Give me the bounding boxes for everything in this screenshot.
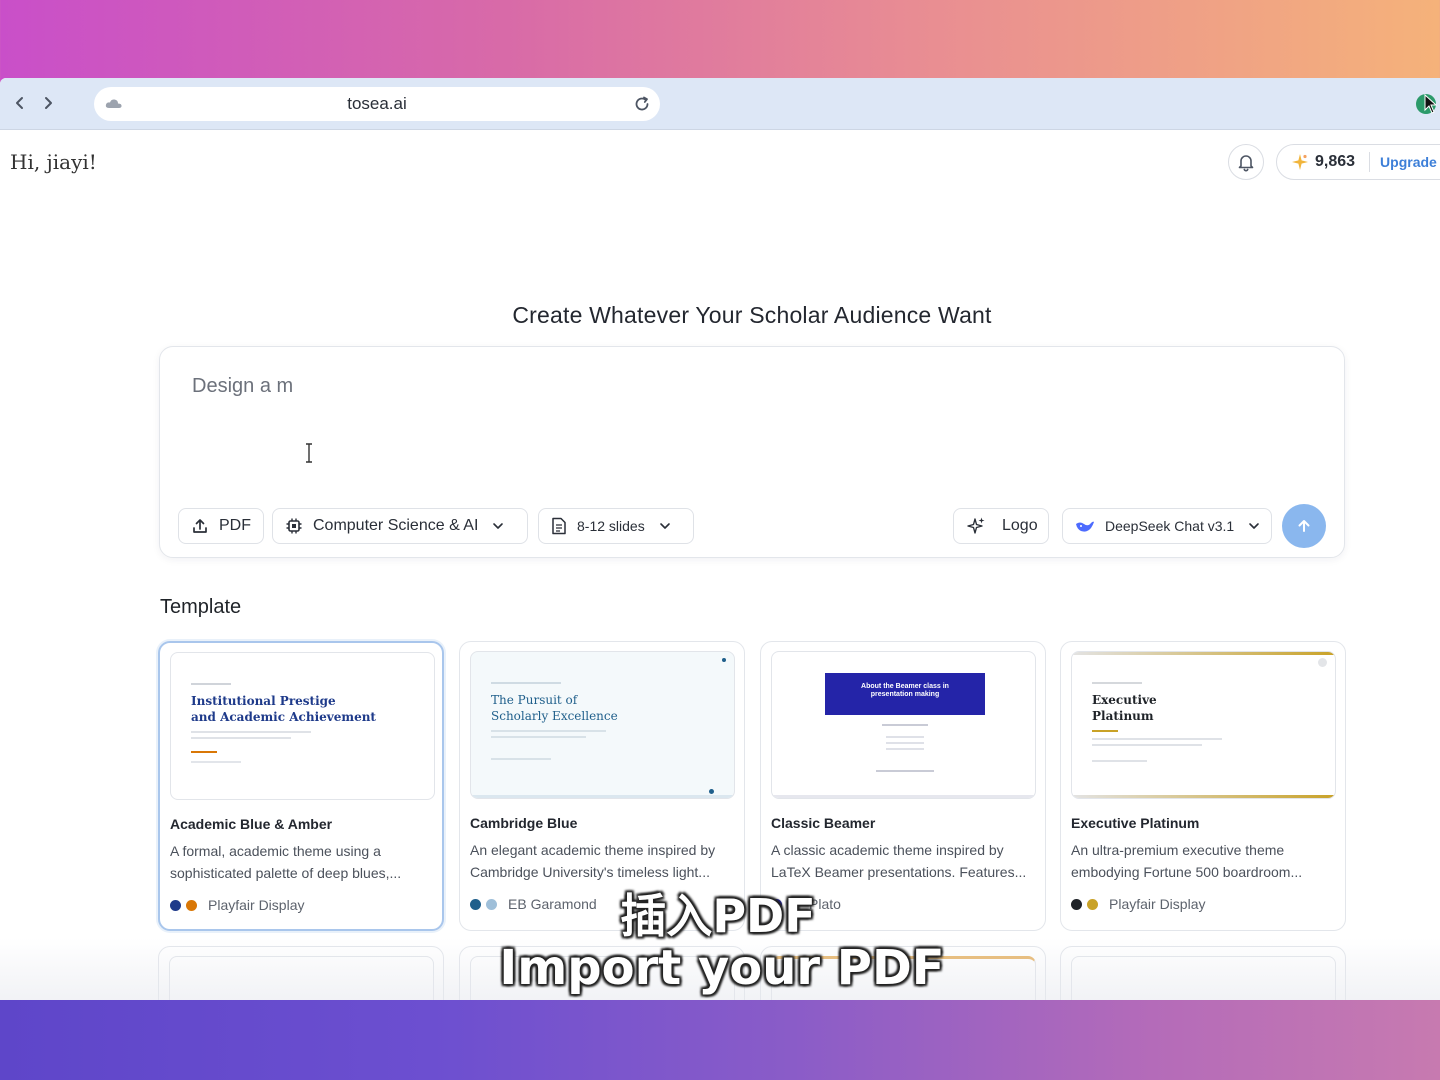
arrow-up-icon	[1298, 520, 1310, 532]
thumb-dot	[709, 789, 714, 794]
template-thumbnail: The Pursuit of Scholarly Excellence	[470, 651, 735, 799]
slides-label: 8-12 slides	[577, 518, 645, 534]
video-subtitle-chinese: 插入PDF	[620, 889, 816, 943]
forward-button[interactable]	[36, 91, 60, 115]
category-select[interactable]: Computer Science & AI	[272, 508, 528, 544]
thumb-heading-line-2: and Academic Achievement	[191, 710, 376, 724]
thumb-line	[491, 730, 606, 732]
thumb-heading-line-2: Platinum	[1092, 709, 1154, 723]
thumb-footer-bar	[772, 795, 1035, 798]
prompt-card: Design a m PDF Computer Science & AI 8-1…	[159, 346, 1345, 558]
thumb-line	[191, 761, 241, 763]
model-select[interactable]: DeepSeek Chat v3.1	[1062, 508, 1272, 544]
sparkle-credits-icon	[1292, 154, 1308, 170]
thumb-heading-line-1: The Pursuit of	[491, 693, 578, 707]
upload-pdf-button[interactable]: PDF	[178, 508, 264, 544]
thumb-heading: Institutional Prestige and Academic Achi…	[191, 693, 376, 725]
text-cursor-icon	[306, 443, 312, 463]
thumb-line	[191, 731, 311, 733]
send-button[interactable]	[1282, 504, 1326, 548]
logo-label: Logo	[1002, 517, 1038, 534]
thumb-line	[1092, 760, 1147, 762]
bell-icon	[1238, 155, 1254, 172]
template-name: Cambridge Blue	[470, 815, 578, 831]
thumb-line	[1092, 738, 1222, 740]
thumb-heading-line-1: Institutional Prestige	[191, 694, 336, 708]
thumb-dot	[1318, 658, 1327, 667]
credits-pill: 9,863 Upgrade	[1276, 144, 1440, 180]
upload-icon	[193, 519, 207, 533]
category-label: Computer Science & AI	[313, 517, 479, 534]
template-name: Academic Blue & Amber	[170, 816, 333, 832]
chevron-down-icon	[1249, 523, 1260, 529]
pdf-label: PDF	[219, 517, 251, 534]
site-cloud-icon	[105, 99, 122, 108]
thumb-footer-bar	[1072, 795, 1335, 798]
back-button[interactable]	[8, 91, 32, 115]
thumb-line	[886, 742, 924, 744]
thumb-line	[886, 736, 924, 738]
thumb-line	[491, 736, 586, 738]
thumb-line	[882, 724, 928, 726]
thumb-line	[876, 770, 934, 772]
slide-count-select[interactable]: 8-12 slides	[538, 508, 694, 544]
chevron-down-icon	[493, 523, 504, 529]
desktop-background-bottom	[0, 1000, 1440, 1080]
divider	[1369, 152, 1371, 172]
address-bar[interactable]: tosea.ai	[94, 87, 660, 121]
notifications-button[interactable]	[1228, 144, 1264, 180]
thumb-heading-line-1: About the Beamer class in	[861, 683, 949, 690]
thumb-heading: Executive Platinum	[1092, 692, 1157, 724]
document-icon	[552, 517, 566, 535]
thumb-line	[491, 682, 561, 684]
template-thumbnail: Executive Platinum	[1071, 651, 1336, 799]
thumb-heading-line-2: presentation making	[870, 691, 940, 698]
thumb-line	[1092, 744, 1202, 746]
url-text: tosea.ai	[347, 94, 407, 113]
template-name: Classic Beamer	[771, 815, 876, 831]
page-title: Create Whatever Your Scholar Audience Wa…	[512, 302, 992, 328]
browser-window: tosea.ai Hi, jiayi! 9,863 Upgrade Create…	[0, 78, 1440, 1000]
template-thumbnail: About the Beamer class in presentation m…	[771, 651, 1036, 799]
template-name: Executive Platinum	[1071, 815, 1200, 831]
chevron-right-icon	[45, 97, 52, 109]
thumb-title-block: About the Beamer class in presentation m…	[825, 673, 985, 715]
thumb-line	[491, 758, 551, 760]
chevron-left-icon	[16, 97, 23, 109]
video-subtitle-english: Import your PDF	[499, 940, 945, 996]
thumb-heading: The Pursuit of Scholarly Excellence	[491, 692, 618, 724]
thumb-top-bar	[1072, 652, 1335, 655]
template-description: An elegant academic theme inspired by Ca…	[470, 842, 716, 880]
thumb-heading-line-1: Executive	[1092, 693, 1157, 707]
template-description: An ultra-premium executive theme embodyi…	[1071, 842, 1303, 880]
chip-icon	[286, 518, 302, 534]
thumb-accent-line	[1092, 730, 1118, 732]
thumb-line	[886, 748, 924, 750]
logo-button[interactable]: Logo	[953, 508, 1049, 544]
thumb-footer-bar	[471, 795, 734, 798]
reload-icon[interactable]	[632, 94, 652, 114]
credits-count: 9,863	[1315, 153, 1356, 170]
chevron-down-icon	[659, 523, 670, 529]
greeting-text: Hi, jiayi!	[10, 150, 97, 174]
template-description: A formal, academic theme using a sophist…	[170, 843, 402, 881]
thumb-line	[191, 737, 291, 739]
prompt-input[interactable]: Design a m	[192, 375, 293, 398]
upgrade-link[interactable]: Upgrade	[1380, 154, 1437, 170]
thumb-line	[191, 683, 231, 685]
template-description: A classic academic theme inspired by LaT…	[771, 842, 1027, 880]
template-thumbnail: Institutional Prestige and Academic Achi…	[170, 652, 435, 800]
thumb-accent-line	[191, 751, 217, 753]
model-label: DeepSeek Chat v3.1	[1105, 518, 1235, 534]
template-section-title: Template	[160, 596, 242, 618]
thumb-dot	[722, 658, 726, 662]
mouse-pointer-icon	[1424, 94, 1438, 114]
deepseek-whale-icon	[1076, 521, 1094, 532]
thumb-line	[1092, 682, 1142, 684]
sparkles-icon	[967, 517, 985, 534]
thumb-heading-line-2: Scholarly Excellence	[491, 709, 618, 723]
browser-toolbar: tosea.ai	[0, 78, 1440, 130]
